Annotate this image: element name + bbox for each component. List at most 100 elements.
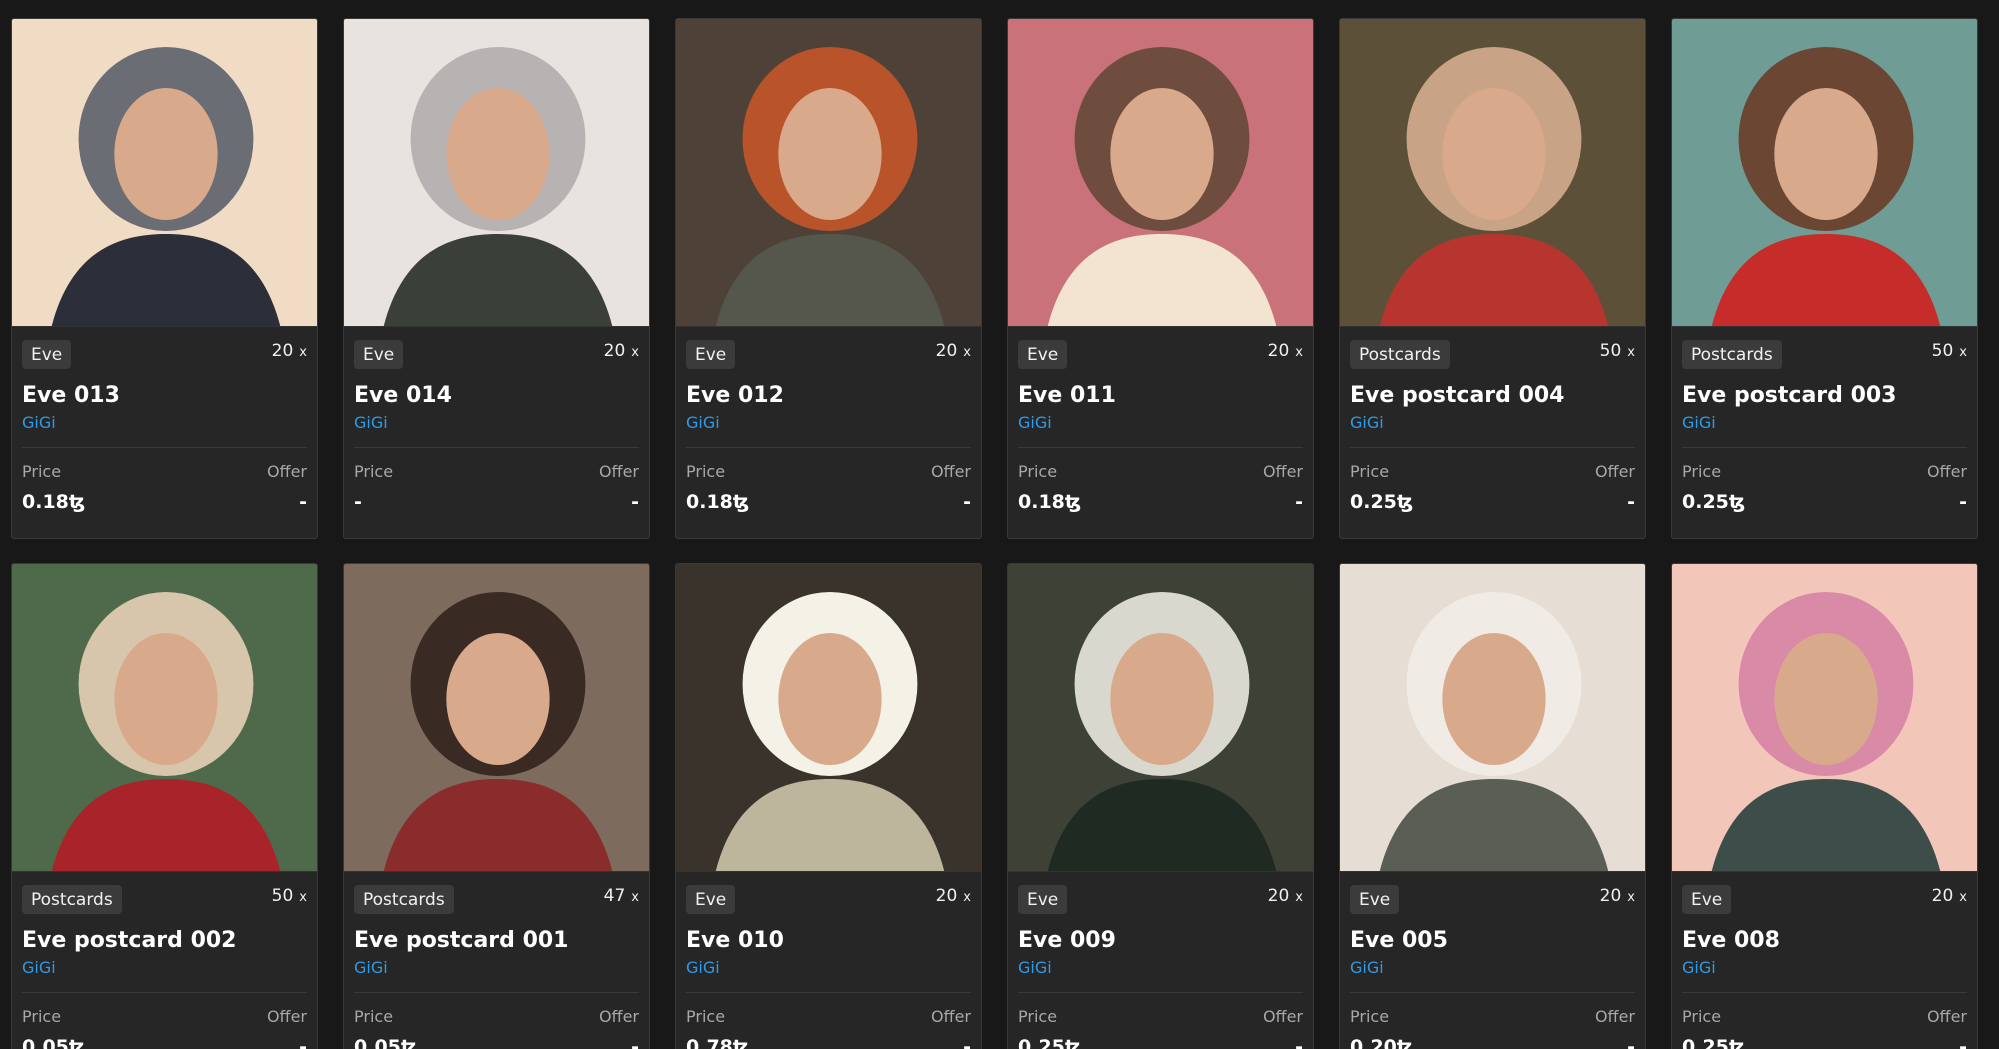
nft-card[interactable]: Eve 20 x Eve 014 GiGi Price Offer - -: [343, 18, 650, 539]
creator-link[interactable]: GiGi: [1682, 958, 1967, 978]
token-title[interactable]: Eve postcard 004: [1350, 383, 1635, 409]
portrait-image: [1672, 19, 1977, 326]
token-title[interactable]: Eve 013: [22, 383, 307, 409]
offer-value: -: [963, 491, 971, 513]
token-title[interactable]: Eve postcard 001: [354, 928, 639, 954]
category-badge[interactable]: Postcards: [354, 885, 454, 914]
category-badge[interactable]: Eve: [1682, 885, 1732, 914]
category-badge[interactable]: Eve: [1018, 885, 1068, 914]
edition-count: 20 x: [935, 341, 971, 361]
edition-count: 20 x: [1931, 886, 1967, 906]
divider: [1018, 992, 1303, 993]
token-title[interactable]: Eve postcard 002: [22, 928, 307, 954]
creator-link[interactable]: GiGi: [22, 413, 307, 433]
token-title[interactable]: Eve 008: [1682, 928, 1967, 954]
token-title[interactable]: Eve postcard 003: [1682, 383, 1967, 409]
price-value: 0.05ꜩ: [22, 1036, 86, 1049]
nft-card[interactable]: Eve 20 x Eve 008 GiGi Price Offer 0.25ꜩ -: [1671, 563, 1978, 1049]
price-value: 0.18ꜩ: [686, 491, 750, 513]
artwork-thumbnail[interactable]: [1008, 564, 1313, 872]
offer-label: Offer: [598, 462, 639, 481]
creator-link[interactable]: GiGi: [1350, 958, 1635, 978]
nft-card[interactable]: Eve 20 x Eve 011 GiGi Price Offer 0.18ꜩ -: [1007, 18, 1314, 539]
creator-link[interactable]: GiGi: [1350, 413, 1635, 433]
price-label: Price: [1018, 1007, 1058, 1026]
token-title[interactable]: Eve 005: [1350, 928, 1635, 954]
price-value: 0.25ꜩ: [1018, 1036, 1082, 1049]
edition-count: 20 x: [603, 341, 639, 361]
token-title[interactable]: Eve 010: [686, 928, 971, 954]
price-label: Price: [1018, 462, 1058, 481]
divider: [354, 992, 639, 993]
category-badge[interactable]: Eve: [1350, 885, 1400, 914]
category-badge[interactable]: Postcards: [1682, 340, 1782, 369]
price-value: 0.18ꜩ: [22, 491, 86, 513]
nft-card[interactable]: Postcards 50 x Eve postcard 004 GiGi Pric…: [1339, 18, 1646, 539]
nft-card[interactable]: Eve 20 x Eve 012 GiGi Price Offer 0.18ꜩ -: [675, 18, 982, 539]
artwork-thumbnail[interactable]: [12, 19, 317, 327]
price-label: Price: [1350, 1007, 1390, 1026]
artwork-thumbnail[interactable]: [344, 564, 649, 872]
artwork-thumbnail[interactable]: [344, 19, 649, 327]
nft-card[interactable]: Eve 20 x Eve 009 GiGi Price Offer 0.25ꜩ -: [1007, 563, 1314, 1049]
offer-value: -: [299, 1036, 307, 1049]
artwork-thumbnail[interactable]: [1340, 564, 1645, 872]
artwork-thumbnail[interactable]: [1340, 19, 1645, 327]
creator-link[interactable]: GiGi: [354, 958, 639, 978]
creator-link[interactable]: GiGi: [1018, 413, 1303, 433]
category-badge[interactable]: Eve: [686, 885, 736, 914]
creator-link[interactable]: GiGi: [22, 958, 307, 978]
nft-card[interactable]: Postcards 47 x Eve postcard 001 GiGi Pric…: [343, 563, 650, 1049]
artwork-thumbnail[interactable]: [676, 564, 981, 872]
price-label: Price: [22, 462, 62, 481]
edition-count: 50 x: [1931, 341, 1967, 361]
category-badge[interactable]: Eve: [686, 340, 736, 369]
creator-link[interactable]: GiGi: [686, 958, 971, 978]
nft-card[interactable]: Postcards 50 x Eve postcard 002 GiGi Pric…: [11, 563, 318, 1049]
nft-card[interactable]: Postcards 50 x Eve postcard 003 GiGi Pric…: [1671, 18, 1978, 539]
category-badge[interactable]: Postcards: [1350, 340, 1450, 369]
token-title[interactable]: Eve 011: [1018, 383, 1303, 409]
price-label: Price: [1682, 462, 1722, 481]
nft-card[interactable]: Eve 20 x Eve 010 GiGi Price Offer 0.78ꜩ -: [675, 563, 982, 1049]
token-title[interactable]: Eve 014: [354, 383, 639, 409]
creator-link[interactable]: GiGi: [354, 413, 639, 433]
artwork-thumbnail[interactable]: [1008, 19, 1313, 327]
artwork-thumbnail[interactable]: [1672, 564, 1977, 872]
creator-link[interactable]: GiGi: [1682, 413, 1967, 433]
category-badge[interactable]: Postcards: [22, 885, 122, 914]
offer-value: -: [299, 491, 307, 513]
price-label: Price: [686, 1007, 726, 1026]
offer-label: Offer: [930, 462, 971, 481]
offer-label: Offer: [1926, 1007, 1967, 1026]
token-title[interactable]: Eve 009: [1018, 928, 1303, 954]
nft-card[interactable]: Eve 20 x Eve 013 GiGi Price Offer 0.18ꜩ -: [11, 18, 318, 539]
offer-value: -: [1295, 491, 1303, 513]
portrait-image: [12, 19, 317, 326]
creator-link[interactable]: GiGi: [1018, 958, 1303, 978]
artwork-thumbnail[interactable]: [676, 19, 981, 327]
creator-link[interactable]: GiGi: [686, 413, 971, 433]
category-badge[interactable]: Eve: [1018, 340, 1068, 369]
artwork-thumbnail[interactable]: [1672, 19, 1977, 327]
portrait-image: [1672, 564, 1977, 871]
divider: [1350, 447, 1635, 448]
offer-label: Offer: [1262, 462, 1303, 481]
offer-label: Offer: [1926, 462, 1967, 481]
price-value: 0.78ꜩ: [686, 1036, 750, 1049]
edition-count: 20 x: [935, 886, 971, 906]
price-value: 0.25ꜩ: [1682, 491, 1746, 513]
divider: [686, 447, 971, 448]
portrait-image: [12, 564, 317, 871]
price-label: Price: [686, 462, 726, 481]
portrait-image: [1008, 564, 1313, 871]
divider: [686, 992, 971, 993]
artwork-thumbnail[interactable]: [12, 564, 317, 872]
nft-card[interactable]: Eve 20 x Eve 005 GiGi Price Offer 0.20ꜩ -: [1339, 563, 1646, 1049]
category-badge[interactable]: Eve: [354, 340, 404, 369]
token-title[interactable]: Eve 012: [686, 383, 971, 409]
divider: [354, 447, 639, 448]
edition-count: 20 x: [1599, 886, 1635, 906]
price-label: Price: [354, 462, 394, 481]
category-badge[interactable]: Eve: [22, 340, 72, 369]
